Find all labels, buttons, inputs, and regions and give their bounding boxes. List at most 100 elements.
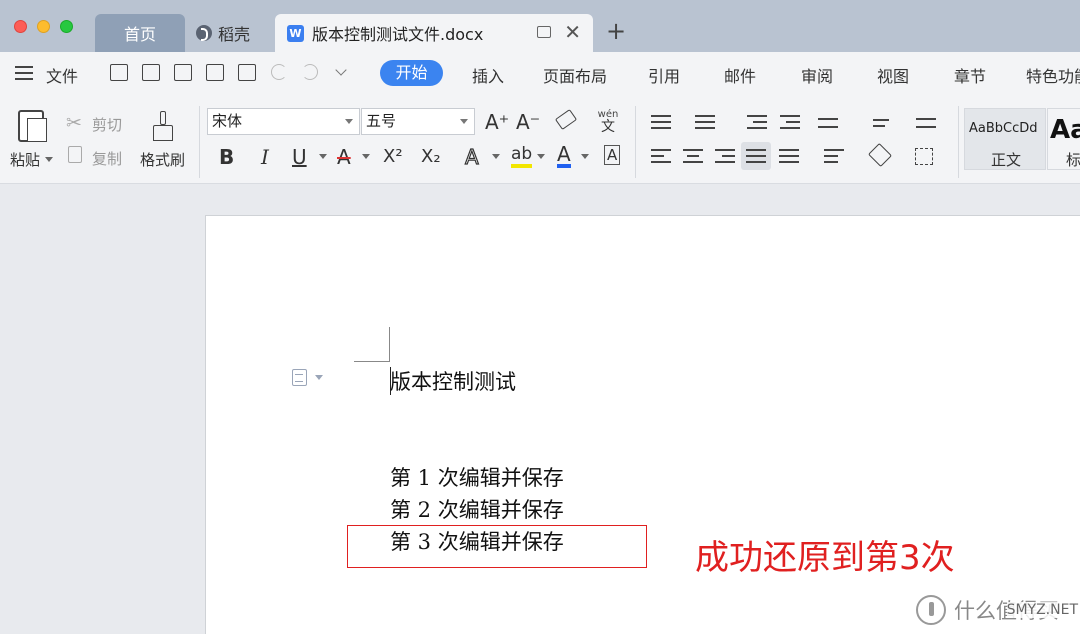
font-name-select[interactable]: 宋体 [207,108,360,135]
tab-daoke-label: 稻壳 [218,25,251,44]
distributed-align-icon[interactable] [779,148,799,164]
format-painter-icon[interactable] [153,111,173,143]
style-heading-preview: Aa [1050,115,1080,145]
watermark-logo-icon [916,595,946,625]
tab-document[interactable]: W 版本控制测试文件.docx ✕ [275,14,593,52]
open-folder-icon[interactable] [110,64,128,81]
margin-corner-mark [354,361,389,362]
paste-sheet [27,118,47,142]
document-title-line[interactable]: 版本控制测试 [390,366,516,396]
ribbon-dropdown-icon[interactable] [362,154,370,159]
undo-icon[interactable] [271,64,287,80]
paste-dropdown-icon[interactable] [45,157,53,162]
font-color-button[interactable]: A [557,144,571,168]
redo-icon[interactable] [302,64,318,80]
highlight-box [347,525,647,568]
highlight-button[interactable]: ab [511,144,533,168]
restore-annotation: 成功还原到第3次 [695,538,955,578]
align-center-icon[interactable] [683,148,703,164]
tab-insert[interactable]: 插入 [472,63,504,87]
line-spacing-icon[interactable] [818,148,844,164]
justify-icon[interactable] [746,148,766,164]
text-direction-icon[interactable] [818,114,838,130]
pinyin-guide-button[interactable]: wén 文 [595,109,621,137]
ribbon-dropdown-icon[interactable] [537,154,545,159]
style-normal-name: 正文 [991,151,1022,169]
style-heading-name: 标 [1066,151,1080,169]
increase-indent-icon[interactable] [780,114,800,130]
watermark: 什么值得买 SMYZ.NET [912,590,1080,630]
bullet-list-icon[interactable] [651,114,671,130]
copy-button[interactable]: 复制 [92,148,122,169]
grow-font-button[interactable]: A⁺ [485,111,509,133]
tab-review[interactable]: 审阅 [801,63,833,87]
ruler-icon[interactable] [916,114,936,130]
text-effect-button[interactable]: A [464,145,479,168]
subscript-button[interactable]: X₂ [421,146,441,168]
tab-document-label: 版本控制测试文件.docx [312,25,484,44]
bold-button[interactable]: B [219,146,234,168]
document-line[interactable]: 第 2 次编辑并保存 [390,494,564,524]
ribbon-dropdown-icon[interactable] [319,154,327,159]
font-size-chevron-icon [460,119,468,124]
tab-home[interactable]: 首页 [95,14,185,52]
numbered-list-icon[interactable] [695,114,715,130]
style-heading-card[interactable]: Aa 标 [1047,108,1080,170]
tab-special-features[interactable]: 特色功能 [1026,63,1080,87]
save-icon[interactable] [142,64,160,81]
italic-button[interactable]: I [261,146,269,168]
cut-icon[interactable]: ✂ [66,112,82,134]
customize-chevron-icon[interactable] [334,64,352,81]
new-tab-button[interactable]: + [606,18,626,44]
strikethrough-button[interactable]: A [337,146,351,168]
paragraph-dropdown-icon[interactable] [315,375,323,380]
tab-view[interactable]: 视图 [877,63,909,87]
print-icon[interactable] [206,64,224,81]
word-doc-icon: W [287,24,304,42]
ribbon-divider [199,106,200,178]
tab-references[interactable]: 引用 [648,63,680,87]
tab-close-icon[interactable]: ✕ [564,22,581,42]
watermark-site: SMYZ.NET [1006,602,1078,618]
window-close-button[interactable] [14,20,27,33]
menu-bar [0,52,1080,98]
font-name-value: 宋体 [212,112,243,130]
borders-icon[interactable] [915,148,933,165]
paste-button[interactable]: 粘贴 [10,149,40,170]
shrink-font-button[interactable]: A⁻ [516,111,540,133]
char-border-button[interactable]: A [604,145,621,165]
copy-icon[interactable] [68,146,82,163]
tab-chapter[interactable]: 章节 [954,63,986,87]
format-painter-button[interactable]: 格式刷 [140,149,185,170]
font-size-select[interactable]: 五号 [361,108,475,135]
ribbon-divider [635,106,636,178]
window-maximize-button[interactable] [60,20,73,33]
line-break-icon[interactable] [873,114,893,130]
paragraph-doc-icon[interactable] [292,369,307,386]
font-name-chevron-icon [345,119,353,124]
window-minimize-button[interactable] [37,20,50,33]
export-pdf-icon[interactable] [174,64,192,81]
print-preview-icon[interactable] [238,64,256,81]
align-left-icon[interactable] [651,148,671,164]
style-normal-preview: AaBbCcDd [969,121,1038,136]
font-size-value: 五号 [366,112,397,130]
underline-button[interactable]: U [292,146,307,168]
superscript-button[interactable]: X² [383,146,403,168]
tab-page-layout[interactable]: 页面布局 [543,63,607,87]
decrease-indent-icon[interactable] [747,114,767,130]
tab-start[interactable]: 开始 [380,60,443,86]
document-line[interactable]: 第 1 次编辑并保存 [390,462,564,492]
margin-corner-mark [389,327,390,362]
file-menu[interactable]: 文件 [46,63,78,87]
tab-window-icon[interactable] [537,26,551,38]
ribbon-dropdown-icon[interactable] [581,154,589,159]
tab-mailings[interactable]: 邮件 [724,63,756,87]
ribbon-dropdown-icon[interactable] [492,154,500,159]
align-right-icon[interactable] [715,148,735,164]
ribbon-divider [958,106,959,178]
cut-button[interactable]: 剪切 [92,114,122,135]
style-normal-card[interactable]: AaBbCcDd 正文 [964,108,1046,170]
hamburger-menu-icon[interactable] [15,66,33,80]
tab-daoke[interactable]: 稻壳 [190,14,270,52]
